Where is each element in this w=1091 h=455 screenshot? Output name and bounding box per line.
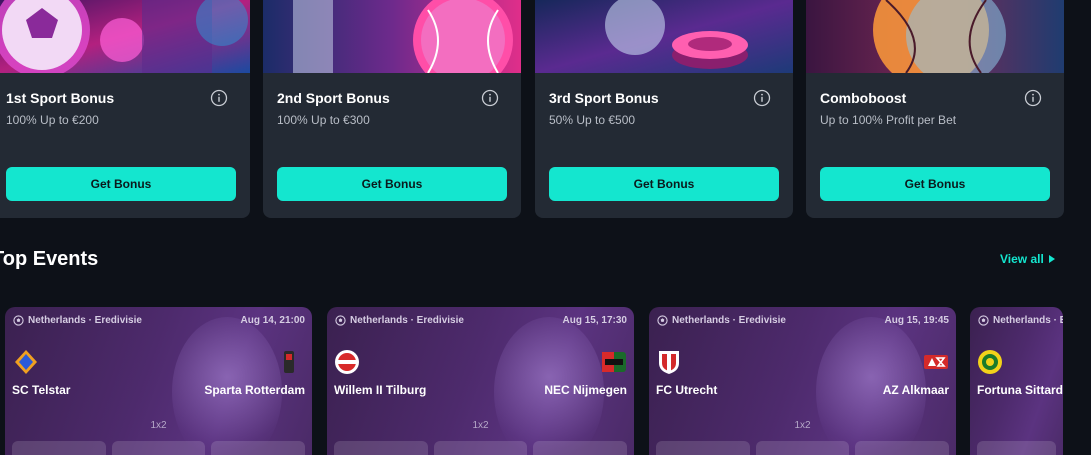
odd-button-away[interactable]: [533, 441, 628, 455]
willem-ii-tilburg-logo: [335, 350, 359, 374]
home-team-name: Willem II Tilburg: [334, 383, 427, 397]
event-date: Aug 15, 17:30: [562, 315, 627, 326]
odd-button-draw[interactable]: [111, 441, 206, 455]
soccer-bonus-art: [0, 0, 250, 73]
home-team-name: FC Utrecht: [656, 383, 718, 397]
event-league: Netherlands · Eredivisie: [657, 315, 786, 326]
away-team-name: AZ Alkmaar: [882, 383, 949, 397]
bonus-subtitle: Up to 100% Profit per Bet: [820, 113, 957, 127]
odd-button-draw[interactable]: [755, 441, 850, 455]
soccer-ball-icon: [978, 315, 989, 326]
home-team-name: Fortuna Sittard: [977, 383, 1063, 397]
bonus-subtitle: 100% Up to €300: [277, 113, 370, 127]
fortuna-sittard-logo: [978, 350, 1002, 374]
odds-row: [334, 441, 628, 455]
sparta-rotterdam-logo: [284, 351, 294, 373]
bonus-card-3rd-sport: 3rd Sport Bonus 50% Up to €500 Get Bonus: [535, 0, 793, 218]
bonus-title: 1st Sport Bonus: [6, 90, 115, 106]
event-date: Aug 15, 19:45: [884, 315, 949, 326]
bonus-card-2nd-sport: 2nd Sport Bonus 100% Up to €300 Get Bonu…: [263, 0, 521, 218]
info-icon[interactable]: [481, 89, 499, 107]
soccer-ball-icon: [657, 315, 668, 326]
nec-nijmegen-logo: [602, 352, 626, 372]
odds-row: [12, 441, 306, 455]
get-bonus-button[interactable]: Get Bonus: [277, 167, 507, 201]
event-card[interactable]: Netherlands · Eredivisie Aug 14, 21:00 S…: [5, 307, 312, 455]
event-league: Netherlands · Eredivisie: [335, 315, 464, 326]
bonus-card-1st-sport: 1st Sport Bonus 100% Up to €200 Get Bonu…: [0, 0, 250, 218]
odd-button-away[interactable]: [211, 441, 306, 455]
bonus-subtitle: 50% Up to €500: [549, 113, 636, 127]
top-events-title: Top Events: [0, 248, 99, 270]
bonus-card-comboboost: Comboboost Up to 100% Profit per Bet Get…: [806, 0, 1064, 218]
odd-button-draw[interactable]: [433, 441, 528, 455]
event-league: Netherlands · Eredivisie: [978, 315, 1063, 326]
hockey-bonus-art: [535, 0, 793, 73]
bonus-subtitle: 100% Up to €200: [6, 113, 99, 127]
odds-row: [977, 441, 1056, 455]
event-card[interactable]: Netherlands · Eredivisie Aug 15, 19:45 F…: [649, 307, 956, 455]
event-card[interactable]: Netherlands · Eredivisie Aug 15, 17:30 W…: [327, 307, 634, 455]
view-all-label: View all: [1000, 252, 1044, 266]
odd-button-away[interactable]: [855, 441, 950, 455]
basketball-bonus-art: [806, 0, 1064, 73]
az-alkmaar-logo: [924, 355, 948, 369]
event-league: Netherlands · Eredivisie: [13, 315, 142, 326]
league-label: Netherlands · Eredivisie: [993, 315, 1063, 326]
sc-telstar-logo: [15, 350, 37, 374]
home-team-name: SC Telstar: [12, 383, 71, 397]
away-team-name: NEC Nijmegen: [544, 383, 627, 397]
bonus-title: 2nd Sport Bonus: [277, 90, 390, 106]
away-team-name: Sparta Rotterdam: [204, 383, 305, 397]
market-label: 1x2: [150, 420, 167, 431]
soccer-ball-icon: [335, 315, 346, 326]
view-all-link[interactable]: View all: [1000, 252, 1055, 266]
event-card[interactable]: Netherlands · Eredivisie Fortuna Sittard: [970, 307, 1063, 455]
odd-button-home[interactable]: [12, 441, 106, 455]
market-label: 1x2: [472, 420, 489, 431]
get-bonus-button[interactable]: Get Bonus: [820, 167, 1050, 201]
bonus-title: Comboboost: [820, 90, 907, 106]
odds-row: [656, 441, 950, 455]
baseball-bonus-art: [263, 0, 521, 73]
get-bonus-button[interactable]: Get Bonus: [549, 167, 779, 201]
market-label: 1x2: [794, 420, 811, 431]
soccer-ball-icon: [13, 315, 24, 326]
event-date: Aug 14, 21:00: [240, 315, 305, 326]
odd-button-home[interactable]: [977, 441, 1056, 455]
chevron-right-icon: [1048, 255, 1055, 263]
fc-utrecht-logo: [659, 351, 679, 374]
info-icon[interactable]: [1024, 89, 1042, 107]
info-icon[interactable]: [753, 89, 771, 107]
odd-button-home[interactable]: [656, 441, 750, 455]
get-bonus-button[interactable]: Get Bonus: [6, 167, 236, 201]
league-label: Netherlands · Eredivisie: [28, 315, 142, 326]
league-label: Netherlands · Eredivisie: [350, 315, 464, 326]
odd-button-home[interactable]: [334, 441, 428, 455]
league-label: Netherlands · Eredivisie: [672, 315, 786, 326]
bonus-title: 3rd Sport Bonus: [549, 90, 659, 106]
info-icon[interactable]: [210, 89, 228, 107]
